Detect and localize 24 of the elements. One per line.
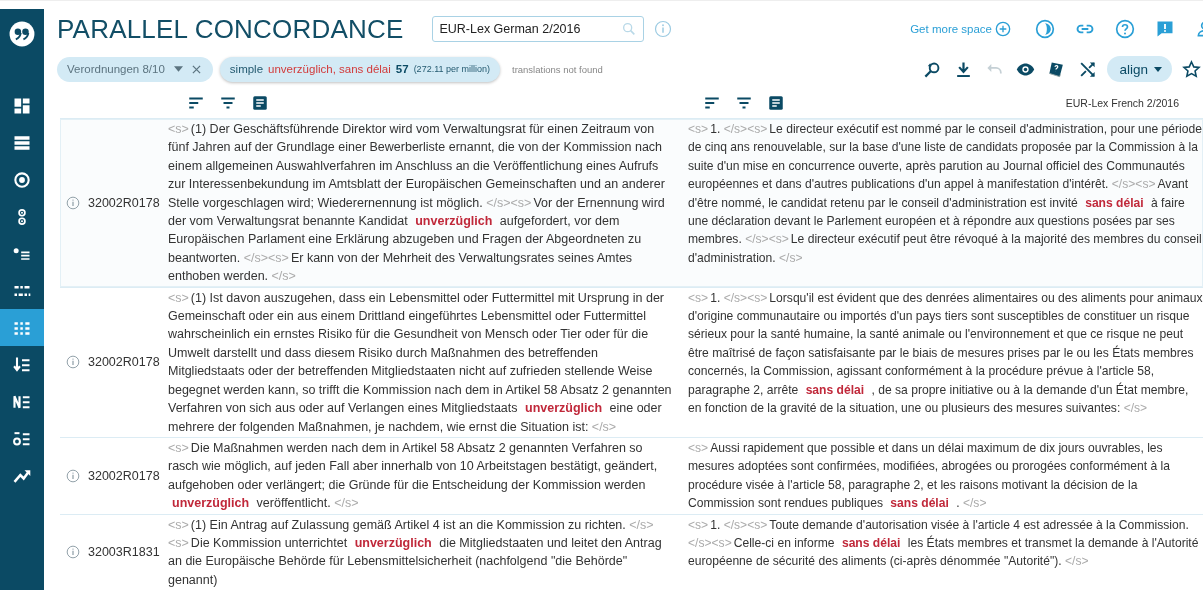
frequency-text: (272.11 per million)	[413, 64, 490, 74]
document-id: 32002R0178	[88, 468, 160, 483]
query-terms: unverzüglich, sans délai	[268, 63, 391, 75]
document-id: 32002R0178	[88, 355, 160, 370]
corpus-label: EUR-Lex French 2/2016	[1065, 97, 1179, 109]
sentence-text: <s> Die Maßnahmen werden nach dem in Artikel 58 Absatz 2 genannten Verfahren so rasch wie möglich, auf jeden Fall aber innerhalb von 10 Arbeitstagen bestätigt, geändert, aufgehoben oder verlängert; die Gründe für die Entscheidung der Kommission werden unverzüglich veröffentlicht. </s>	[168, 439, 659, 513]
align-button[interactable]: align	[1107, 56, 1172, 82]
hit-count: 57	[395, 63, 409, 75]
sentence-text: <s> 1. </s><s> Le directeur exécutif est nommé par le conseil d'administration, pour une période de cinq ans renouvelable, sur la base d'une liste de candidats proposée par la Commission à la suite d'un mise en concurrence ouverte, après parution au Journal officiel des Communautés européennes et dans d'autres publications d'un appel à manifestation d'intérêt. </s><s> Avant d'être nommé, le candidat retenu par le conseil d'administration est invité sans délai à faire une déclaration devant le Parlement européen et à répondre aux questions posées par ses membres. </s><s> Le directeur exécutif peut être révoqué à la majorité des membres du conseil d'administration. </s>	[687, 121, 1203, 267]
sentence-text: <s> 1. </s><s> Lorsqu'il est évident que des denrées alimentaires ou des aliments pour animaux d'origine communautaire ou importés d'un pays tiers sont susceptibles de constituer un risque sérieux pour la santé humaine, la santé animale ou l'environnement et que ce risque ne peut être maîtrisé de façon satisfaisante par le biais de mesures prises par le ou les États membres concernés, la Commission, agissant conformément à la procédure prévue à l'article 58, paragraphe 2, arrête sans délai , de sa propre initiative ou à la demande d'un État membre, en fonction de la gravité de la situation, une ou plusieurs des mesures suivantes: </s>	[687, 289, 1203, 418]
corpus-chip[interactable]: Verordnungen 8/10	[57, 56, 213, 82]
sentence-text: <s> (1) Der Geschäftsführende Direktor wird vom Verwaltungsrat für einen Zeitraum von fünf Jahren auf der Grundlage einer Bewerberliste ernannt, die von der Kommission nach einem allgemeinen Auswahlverfahren im Anschluss an die Veröffentlichung eines Aufrufs zur Interessenbekundung im Amtsblatt der Europäischen Gemeinschaften und an anderer Stelle vorgeschlagen wird; Wiederernennung ist möglich. </s><s> Vor der Ernennung wird der vom Verwaltungsrat benannte Kandidat unverzüglich aufgefordert, vor dem Europäischen Parlament eine Erklärung abzugeben und Fragen der Abgeordneten zu beantworten. </s><s> Er kann von der Mehrheit des Verwaltungsrates seines Amtes enthoben werden. </s>	[168, 121, 666, 286]
sentence-text: <s> 1. </s><s> Toute demande d'autorisation visée à l'article 4 est adressée à la Commission. </s><s> Celle-ci en informe sans délai les États membres et transmet la demande à l'Autorité européenne de sécurité des aliments (ci-après dénommée "Autorité"). </s>	[687, 516, 1200, 571]
document-id: 32003R1831	[88, 545, 160, 560]
search-field[interactable]: EUR-Lex German 2/2016	[432, 16, 645, 42]
status-note: translations not found	[512, 63, 603, 75]
app-title: PARALLEL CONCORDANCE	[57, 13, 404, 45]
query-mode: simple	[229, 63, 264, 75]
chip-label: Verordnungen 8/10	[67, 63, 165, 75]
sentence-text: <s> (1) Ist davon auszugehen, dass ein Lebensmittel oder Futtermittel mit Ursprung in der Gemeinschaft oder ein aus einem Drittland eingeführtes Lebensmittel oder Futtermittel wahrscheinlich ein ernstes Risiko für die Gesundheit von Mensch oder Tier oder für die Umwelt darstellt und dass diesem Risiko durch Maßnahmen des betreffenden Mitgliedstaats oder der betreffenden Mitgliedstaaten nicht auf zufrieden stellende Weise begegnet werden kann, so trifft die Kommission nach dem in Artikel 58 Absatz 2 genannten Verfahren von sich aus oder auf Verlangen eines Mitgliedstaats unverzüglich eine oder mehrere der folgenden Maßnahmen, je nachdem, wie ernst die Situation ist: </s>	[168, 289, 673, 436]
query-chip[interactable]: simple unverzüglich, sans délai 57 (272.11 per million)	[219, 56, 500, 82]
sentence-text: <s> Aussi rapidement que possible et dans un délai maximum de dix jours ouvrables, les mesures adoptées sont confirmées, modifiées, abrogées ou prorogées conformément à la procédure visée à l'article 58, paragraphe 2, et les raisons motivant la décision de la Commission sont rendues publiques sans délai . </s>	[687, 439, 1171, 513]
sentence-text: <s> (1) Ein Antrag auf Zulassung gemäß Artikel 4 ist an die Kommission zu richten. </s><s> Die Kommission unterrichtet unverzüglich die Mitgliedstaaten und leitet den Antrag an die Europäische Behörde für Lebensmittelsicherheit (nachfolgend "die Behörde" genannt)	[168, 516, 663, 589]
document-id: 32002R0178	[88, 195, 160, 210]
